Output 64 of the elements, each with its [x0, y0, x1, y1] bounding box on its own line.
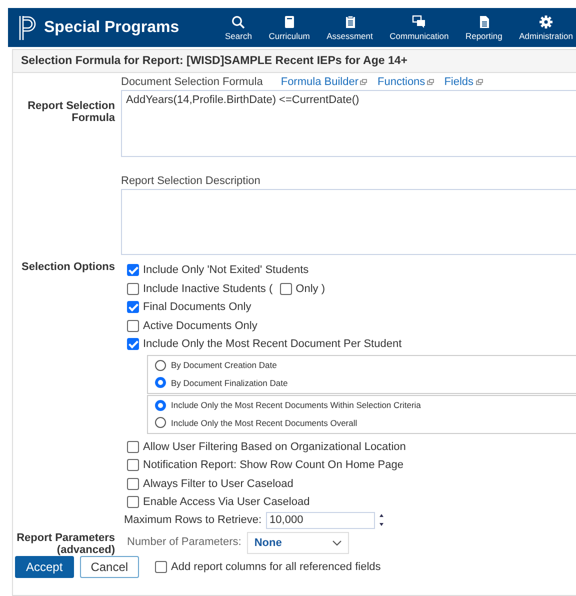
radio-button[interactable] — [155, 360, 166, 371]
app-title: Special Programs — [44, 18, 180, 36]
external-link-icon — [427, 79, 434, 85]
cancel-button[interactable]: Cancel — [80, 556, 140, 578]
radio-button[interactable] — [155, 377, 166, 388]
radio-button[interactable] — [155, 400, 166, 411]
option-label: By Document Finalization Date — [171, 378, 288, 388]
caret-icon — [332, 540, 342, 546]
panel-title: Selection Formula for Report: [WISD]SAMPLE Recent IEPs for Age 14+ — [13, 50, 576, 73]
option-label: Only ) — [296, 282, 325, 295]
checkbox[interactable] — [155, 560, 168, 572]
checkbox[interactable] — [127, 440, 139, 453]
option-label: Active Documents Only — [143, 320, 258, 332]
option-label: Final Documents Only — [143, 301, 252, 314]
link[interactable]: Functions — [377, 76, 434, 88]
nav-item[interactable]: Search — [222, 14, 255, 40]
checkbox[interactable] — [127, 338, 139, 350]
formula-field[interactable]: AddYears(14,Profile.BirthDate) <=CurrentDate() — [121, 90, 576, 157]
option-label: Include Only the Most Recent Document Per Student — [143, 338, 402, 350]
number-field[interactable]: 10,000 — [266, 512, 375, 528]
chat-icon — [412, 14, 426, 28]
checkbox[interactable] — [127, 459, 139, 472]
option-label: By Document Creation Date — [171, 360, 277, 370]
link[interactable]: Formula Builder — [280, 76, 368, 88]
description-field[interactable] — [121, 189, 576, 255]
gear-icon — [539, 14, 553, 28]
link[interactable]: Fields — [444, 76, 483, 88]
search-icon — [231, 14, 246, 28]
book-icon — [282, 14, 296, 28]
option-label: Include Inactive Students ( — [143, 282, 273, 295]
nav-item[interactable]: Reporting — [462, 14, 506, 40]
logo-icon — [18, 14, 36, 40]
option-label: Always Filter to User Caseload — [143, 478, 294, 490]
option-label: Notification Report: Show Row Count On Home Page — [143, 459, 404, 472]
field-label: Report Selection Formula — [28, 100, 115, 124]
section-label: Selection Options — [21, 261, 115, 273]
option-label: Include Only the Most Recent Documents Overall — [171, 418, 358, 428]
option-label: Include Only 'Not Exited' Students — [143, 264, 309, 276]
option-label: Add report columns for all referenced fields — [171, 560, 381, 572]
checkbox[interactable] — [127, 264, 139, 276]
spinner-icon — [378, 513, 384, 527]
field-label: Number of Parameters: — [126, 534, 242, 550]
checkbox[interactable] — [127, 282, 139, 295]
option-label: Enable Access Via User Caseload — [143, 496, 310, 508]
field-label: Document Selection Formula — [121, 76, 263, 88]
option-label: Include Only the Most Recent Documents Within Selection Criteria — [171, 400, 421, 410]
field-label: Report Selection Description — [121, 175, 262, 187]
checkbox[interactable] — [280, 282, 292, 295]
option-label: Allow User Filtering Based on Organizational Location — [143, 440, 406, 453]
nav-item[interactable]: Administration — [516, 14, 576, 40]
checkbox[interactable] — [127, 496, 139, 508]
checkbox[interactable] — [127, 478, 139, 490]
checkbox[interactable] — [127, 320, 139, 332]
external-link-icon — [476, 79, 483, 85]
checkbox[interactable] — [127, 301, 139, 314]
field-label: Maximum Rows to Retrieve: — [124, 514, 262, 526]
radio-button[interactable] — [155, 417, 166, 428]
section-label: Report Parameters (advanced) — [16, 532, 115, 556]
nav-item[interactable]: Assessment — [324, 14, 376, 40]
parameters-dropdown[interactable]: None — [247, 532, 350, 554]
external-link-icon — [360, 79, 368, 85]
nav-item[interactable]: Curriculum — [266, 14, 313, 40]
accept-button[interactable]: Accept — [15, 556, 74, 578]
nav-item[interactable]: Communication — [386, 14, 452, 40]
